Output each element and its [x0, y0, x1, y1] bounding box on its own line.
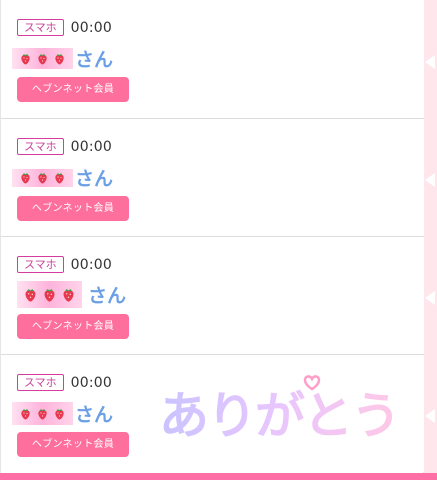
- message-meta: スマホ 00:00: [17, 19, 112, 36]
- timestamp: 00:00: [70, 374, 113, 391]
- timestamp: 00:00: [70, 138, 113, 155]
- strawberry-icon: [55, 408, 64, 419]
- strawberry-icon: [21, 172, 30, 183]
- triangle-left-icon: [425, 291, 435, 305]
- message-meta: スマホ 00:00: [17, 374, 112, 391]
- sender-row: さん: [12, 400, 113, 427]
- member-button[interactable]: ヘブンネット会員: [17, 432, 129, 457]
- timestamp: 00:00: [70, 256, 113, 273]
- device-tag: スマホ: [17, 19, 64, 36]
- list-item: スマホ 00:00 さん ヘブンネット会員: [1, 118, 425, 236]
- strawberry-icon: [44, 288, 55, 302]
- honorific-label: さん: [75, 168, 114, 190]
- device-tag: スマホ: [17, 138, 64, 155]
- nickname-masked: [17, 281, 82, 308]
- member-button[interactable]: ヘブンネット会員: [17, 196, 129, 221]
- triangle-left-icon: [425, 409, 435, 423]
- list-item: スマホ 00:00 さん ヘブンネット会員: [1, 0, 425, 118]
- thank-you-stamp: ありがとう: [158, 375, 403, 447]
- nickname-masked: [12, 48, 73, 69]
- timestamp: 00:00: [70, 19, 113, 36]
- sender-row: さん: [12, 164, 113, 191]
- side-panel: [424, 0, 437, 473]
- strawberry-icon: [38, 53, 47, 64]
- strawberry-icon: [21, 408, 30, 419]
- list-item: スマホ 00:00 さん ヘブンネット会員: [1, 236, 425, 354]
- triangle-left-icon: [425, 173, 435, 187]
- triangle-left-icon: [425, 55, 435, 69]
- message-meta: スマホ 00:00: [17, 256, 112, 273]
- strawberry-icon: [55, 172, 64, 183]
- strawberry-icon: [25, 288, 36, 302]
- strawberry-icon: [38, 172, 47, 183]
- device-tag: スマホ: [17, 256, 64, 273]
- device-tag: スマホ: [17, 374, 64, 391]
- stamp-text: ありがとう: [159, 387, 399, 445]
- strawberry-icon: [38, 408, 47, 419]
- strawberry-icon: [21, 53, 30, 64]
- bottom-bar: [0, 473, 437, 480]
- strawberry-icon: [55, 53, 64, 64]
- honorific-label: さん: [75, 49, 114, 71]
- honorific-label: さん: [75, 404, 114, 426]
- strawberry-icon: [63, 288, 74, 302]
- sender-row: さん: [12, 281, 126, 308]
- member-button[interactable]: ヘブンネット会員: [17, 314, 129, 339]
- message-meta: スマホ 00:00: [17, 138, 112, 155]
- message-list-frame: スマホ 00:00 さん ヘブンネット会員 スマホ 00:00 さん ヘブンネッ…: [0, 0, 437, 480]
- sender-row: さん: [12, 45, 113, 72]
- honorific-label: さん: [88, 285, 127, 307]
- nickname-masked: [12, 402, 73, 425]
- member-button[interactable]: ヘブンネット会員: [17, 77, 129, 102]
- nickname-masked: [12, 168, 73, 187]
